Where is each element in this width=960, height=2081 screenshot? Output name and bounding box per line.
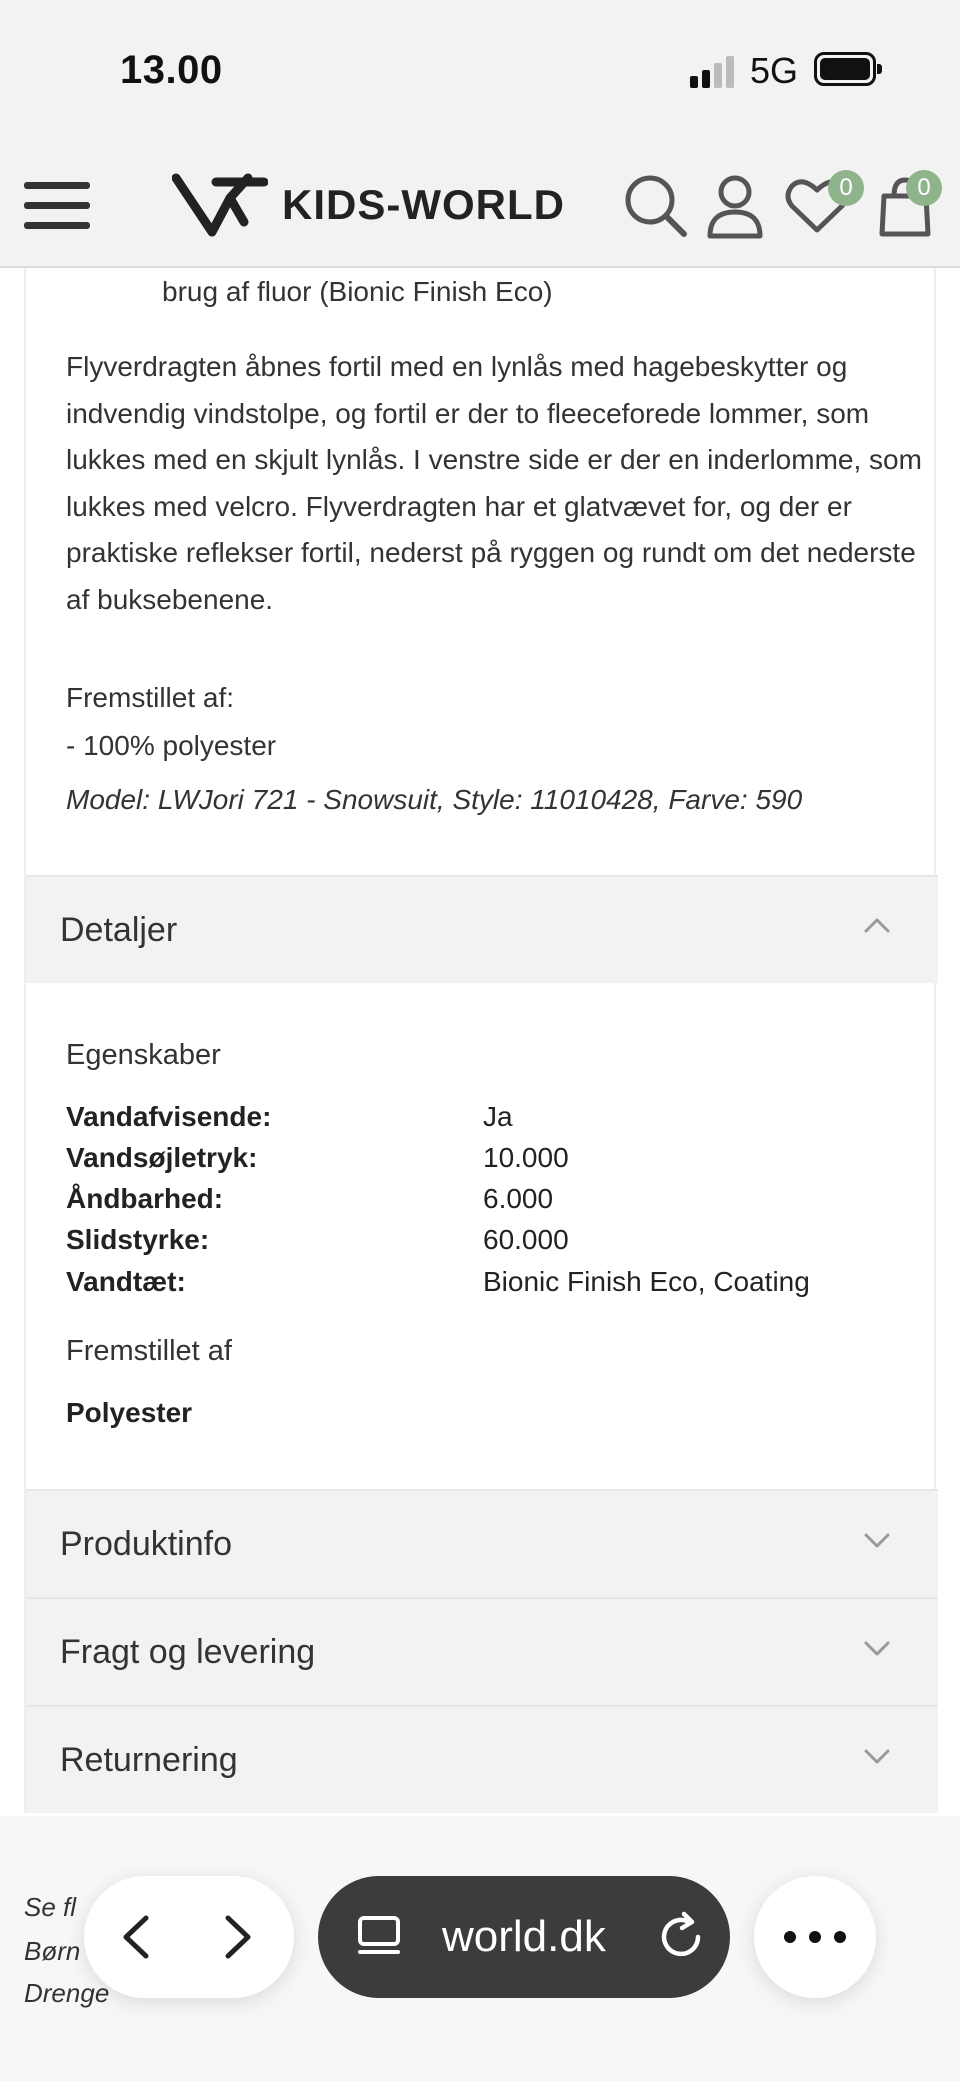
model-info: Model: LWJori 721 - Snowsuit, Style: 110… [66, 784, 803, 815]
property-value: 60.000 [483, 1224, 569, 1255]
more-icon [784, 1931, 846, 1943]
property-key: Åndbarhed: [66, 1183, 224, 1214]
status-bar: 13.00 5G [0, 0, 960, 140]
accordion-returns-header[interactable]: Returnering [26, 1705, 938, 1813]
reload-icon[interactable] [654, 1910, 708, 1964]
footer-text: Se fl [24, 1892, 77, 1922]
property-value: 10.000 [483, 1142, 569, 1173]
chevron-down-icon [864, 1533, 890, 1548]
site-header: KIDS-WORLD 0 0 [0, 140, 960, 268]
material-heading: Fremstillet af: [66, 682, 235, 713]
accordion-title: Fragt og levering [60, 1633, 316, 1671]
address-bar[interactable]: world.dk [318, 1876, 730, 1998]
site-logo[interactable]: KIDS-WORLD [172, 168, 565, 242]
product-details: brug af fluor (Bionic Finish Eco) Flyver… [24, 268, 938, 1813]
material-value: Polyester [66, 1397, 193, 1428]
chevron-down-icon [864, 1641, 890, 1656]
accordion-title: Produktinfo [60, 1525, 232, 1563]
user-icon[interactable] [700, 170, 770, 240]
battery-icon [814, 52, 882, 86]
network-label: 5G [750, 50, 799, 91]
logo-icon [172, 173, 268, 237]
property-value: 6.000 [483, 1183, 554, 1214]
accordion-title: Returnering [60, 1741, 238, 1779]
chevron-down-icon [864, 1749, 890, 1764]
footer-line: Drenge [24, 1978, 110, 2008]
accordion-details-header[interactable]: Detaljer [26, 875, 938, 983]
chevron-up-icon [864, 918, 890, 933]
cart-count-badge: 0 [906, 170, 942, 206]
description-paragraph: Flyverdragten åbnes fortil med en lynlås… [66, 351, 922, 615]
material-item: - 100% polyester [66, 730, 277, 761]
accordion-title: Detaljer [60, 911, 178, 949]
property-value: Ja [483, 1101, 513, 1132]
search-icon[interactable] [620, 170, 690, 240]
properties-heading: Egenskaber [66, 1039, 221, 1071]
menu-icon[interactable] [24, 178, 90, 234]
property-key: Vandafvisende: [66, 1101, 272, 1132]
forward-icon[interactable] [212, 1912, 262, 1962]
property-key: Vandtæt: [66, 1266, 186, 1297]
description-card: brug af fluor (Bionic Finish Eco) Flyver… [26, 268, 934, 875]
signal-icon [690, 56, 736, 88]
description-indent-text: brug af fluor (Bionic Finish Eco) [162, 276, 553, 307]
material-heading-2: Fremstillet af [66, 1335, 232, 1367]
browser-nav-pill [84, 1876, 294, 1998]
back-icon[interactable] [112, 1912, 162, 1962]
accordion-productinfo-header[interactable]: Produktinfo [26, 1489, 938, 1597]
property-key: Slidstyrke: [66, 1224, 210, 1255]
property-key: Vandsøjletryk: [66, 1142, 258, 1173]
details-panel: Egenskaber Vandafvisende: Ja Vandsøjletr… [26, 983, 934, 1489]
status-time: 13.00 [120, 48, 223, 92]
property-value: Bionic Finish Eco, Coating [483, 1266, 810, 1297]
tabs-icon[interactable] [354, 1912, 404, 1962]
url-text: world.dk [442, 1912, 606, 1961]
accordion-shipping-header[interactable]: Fragt og levering [26, 1597, 938, 1705]
logo-text: KIDS-WORLD [282, 181, 565, 228]
more-button[interactable] [754, 1876, 876, 1998]
wishlist-count-badge: 0 [828, 170, 864, 206]
footer-line: Børn [24, 1936, 81, 1966]
